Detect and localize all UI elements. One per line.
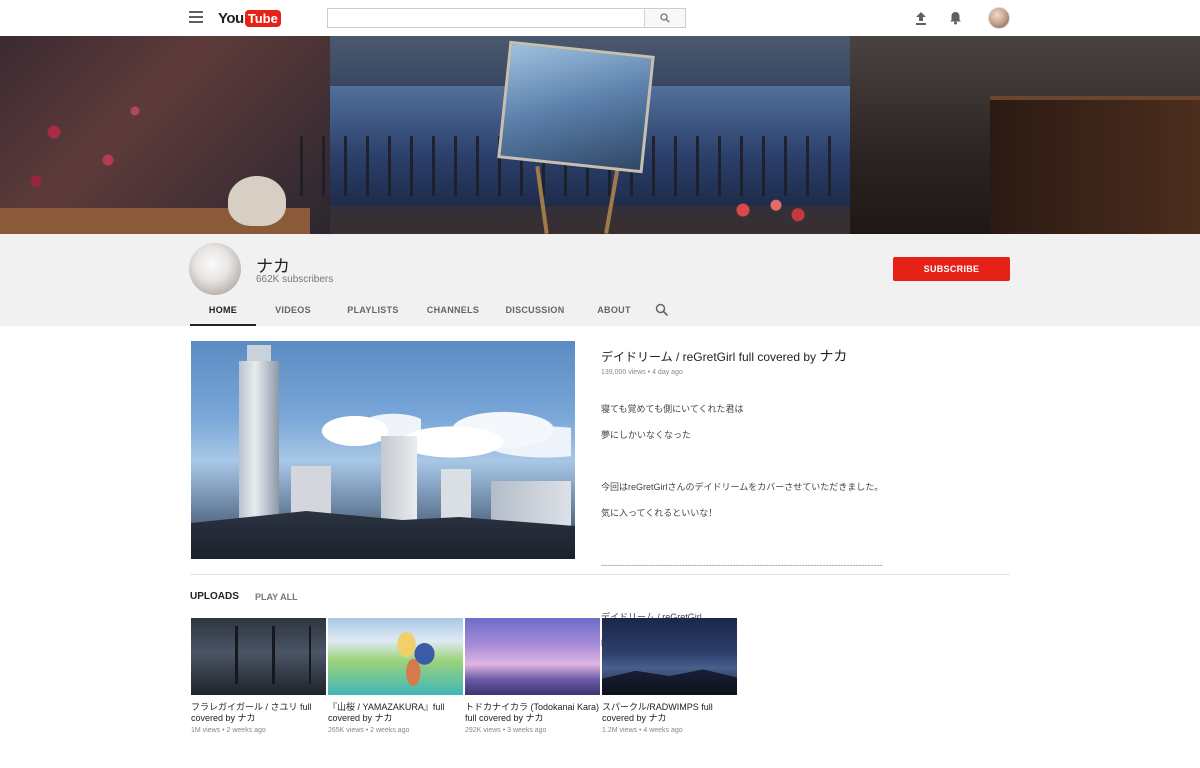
account-avatar[interactable] <box>988 7 1010 29</box>
thumb-cloud <box>401 406 571 466</box>
channel-banner <box>0 36 1200 234</box>
featured-video-meta: 139,000 views • 4 day ago <box>601 369 683 376</box>
featured-video-title[interactable]: デイドリーム / reGretGirl full covered by ナカ <box>601 346 1021 366</box>
description-line: 気に入ってくれるといいな！ <box>601 508 718 518</box>
section-divider <box>190 574 1010 575</box>
uploads-list: フラレガイガール / さユリ full covered by ナカ 1M vie… <box>191 618 737 734</box>
video-meta: 265K views • 2 weeks ago <box>328 727 410 734</box>
video-meta: 292K views • 3 weeks ago <box>465 727 547 734</box>
play-all-button[interactable]: PLAY ALL <box>255 592 298 602</box>
banner-painting <box>497 40 655 174</box>
video-title[interactable]: フラレガイガール / さユリ full covered by ナカ <box>191 702 326 724</box>
banner-cabinet <box>990 96 1200 234</box>
search-input[interactable] <box>328 9 644 27</box>
video-title[interactable]: 『山桜 / YAMAZAKURA』full covered by ナカ <box>328 702 463 724</box>
channel-search-button[interactable] <box>648 298 676 326</box>
video-thumbnail[interactable] <box>328 618 463 695</box>
video-card[interactable]: フラレガイガール / さユリ full covered by ナカ 1M vie… <box>191 618 326 734</box>
video-card[interactable]: スパークル/RADWIMPS full covered by ナカ 1.2M v… <box>602 618 737 734</box>
search-icon <box>655 303 669 317</box>
video-meta: 1M views • 2 weeks ago <box>191 727 266 734</box>
featured-video-info: デイドリーム / reGretGirl full covered by ナカ 1… <box>601 346 1021 663</box>
banner-flowers-2 <box>710 186 820 234</box>
video-meta: 1.2M views • 4 weeks ago <box>602 727 683 734</box>
banner-vase <box>228 176 286 226</box>
search-bar <box>327 8 686 28</box>
featured-title-text: デイドリーム / reGretGirl full covered by <box>601 350 820 364</box>
channel-tabs: HOME VIDEOS PLAYLISTS CHANNELS DISCUSSIO… <box>190 298 676 326</box>
tab-playlists[interactable]: PLAYLISTS <box>330 298 416 326</box>
uploads-title[interactable]: UPLOADS <box>190 591 239 602</box>
search-button[interactable] <box>644 9 685 27</box>
youtube-logo[interactable]: You Tube <box>218 9 281 27</box>
banner-flowers <box>0 76 180 216</box>
subscriber-count: 662K subscribers <box>256 274 334 285</box>
tab-discussion[interactable]: DISCUSSION <box>490 298 580 326</box>
tab-home[interactable]: HOME <box>190 298 256 326</box>
search-icon <box>660 13 670 23</box>
tab-channels[interactable]: CHANNELS <box>416 298 490 326</box>
upload-icon[interactable] <box>910 7 932 29</box>
tab-about[interactable]: ABOUT <box>580 298 648 326</box>
video-card[interactable]: 『山桜 / YAMAZAKURA』full covered by ナカ 265K… <box>328 618 463 734</box>
menu-icon[interactable] <box>189 11 203 23</box>
description-line: 夢にしかいなくなった <box>601 430 692 440</box>
video-title[interactable]: スパークル/RADWIMPS full covered by ナカ <box>602 702 737 724</box>
video-thumbnail[interactable] <box>191 618 326 695</box>
featured-title-name: ナカ <box>819 348 848 364</box>
subscribe-button[interactable]: SUBSCRIBE <box>893 257 1010 281</box>
top-bar: You Tube <box>0 0 1200 36</box>
description-line: 寝ても覚めても側にいてくれた君は <box>601 404 744 414</box>
video-thumbnail[interactable] <box>602 618 737 695</box>
video-thumbnail[interactable] <box>465 618 600 695</box>
description-line: ----------------------------------------… <box>601 560 883 570</box>
top-icons <box>910 7 1010 29</box>
tab-videos[interactable]: VIDEOS <box>256 298 330 326</box>
channel-avatar[interactable] <box>189 243 241 295</box>
video-title[interactable]: トドカナイカラ (Todokanai Kara) full covered by… <box>465 702 600 724</box>
logo-you: You <box>218 9 244 27</box>
bell-icon[interactable] <box>944 7 966 29</box>
logo-tube: Tube <box>244 9 281 27</box>
description-line: 今回はreGretGirlさんのデイドリームをカバーさせていただきました。 <box>601 482 884 492</box>
channel-header: ナカ 662K subscribers SUBSCRIBE HOME VIDEO… <box>0 234 1200 326</box>
thumb-building <box>239 361 279 536</box>
video-card[interactable]: トドカナイカラ (Todokanai Kara) full covered by… <box>465 618 600 734</box>
featured-video-thumbnail[interactable] <box>191 341 575 559</box>
